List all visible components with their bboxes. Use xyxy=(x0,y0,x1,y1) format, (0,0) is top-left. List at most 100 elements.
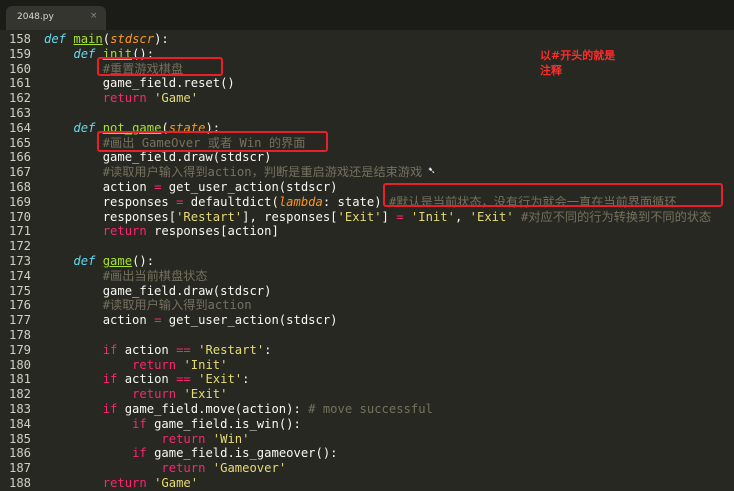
code-line[interactable]: 188 return 'Game' xyxy=(0,476,734,491)
line-number: 166 xyxy=(8,150,31,165)
code-text: #读取用户输入得到action，判断是重启游戏还是结束游戏 xyxy=(44,165,423,180)
line-number: 180 xyxy=(8,357,31,372)
line-number: 178 xyxy=(8,328,31,342)
code-text: return 'Gameover' xyxy=(44,461,286,476)
code-line[interactable]: 177 action = get_user_action(stdscr) xyxy=(0,313,734,328)
code-token: get_user_action(stdscr) xyxy=(161,180,338,194)
line-number: 183 xyxy=(8,402,31,416)
code-line[interactable]: 186 if game_field.is_gameover(): xyxy=(0,446,734,461)
code-token: ( xyxy=(102,32,111,46)
code-line[interactable]: 179 if action == 'Restart': xyxy=(0,343,734,358)
code-text: return 'Win' xyxy=(44,432,249,447)
code-line[interactable]: 162 return 'Game' xyxy=(0,91,734,106)
code-token: #画出当前棋盘状态 xyxy=(102,268,208,283)
line-number: 160 xyxy=(8,61,31,76)
code-line[interactable]: 163 xyxy=(0,106,734,121)
code-text: action = get_user_action(stdscr) xyxy=(44,313,338,328)
line-number: 177 xyxy=(8,313,31,328)
mouse-cursor-icon: ➷ xyxy=(428,164,435,177)
code-line[interactable]: 184 if game_field.is_win(): xyxy=(0,417,734,432)
line-number: 169 xyxy=(8,194,31,209)
close-icon[interactable]: × xyxy=(90,11,98,21)
code-line[interactable]: 166 game_field.draw(stdscr) xyxy=(0,150,734,165)
code-token: game_field.reset() xyxy=(44,76,235,91)
line-number: 185 xyxy=(8,431,31,446)
highlight-box-reset-comment xyxy=(97,57,223,76)
code-line[interactable]: 167 #读取用户输入得到action，判断是重启游戏还是结束游戏 xyxy=(0,165,734,180)
code-line[interactable]: 174 #画出当前棋盘状态 xyxy=(0,269,734,284)
highlight-box-gameover-comment xyxy=(97,131,328,152)
code-token: return xyxy=(102,224,155,239)
code-line[interactable]: 172 xyxy=(0,239,734,254)
code-text: if action == 'Restart': xyxy=(44,343,272,358)
code-text: responses['Restart'], responses['Exit'] … xyxy=(44,210,711,225)
code-token: action xyxy=(44,313,155,328)
code-line[interactable]: 176 #读取用户输入得到action xyxy=(0,298,734,313)
code-line[interactable]: 161 game_field.reset() xyxy=(0,76,734,91)
code-token: game_field.draw(stdscr) xyxy=(44,283,272,298)
line-number: 173 xyxy=(8,254,31,268)
line-number: 179 xyxy=(8,342,31,357)
code-token: return xyxy=(132,357,184,372)
line-number: 161 xyxy=(8,76,31,91)
code-line[interactable]: 180 return 'Init' xyxy=(0,358,734,373)
code-token: game_field.move(action): xyxy=(124,402,309,416)
code-line[interactable]: 187 return 'Gameover' xyxy=(0,461,734,476)
line-number: 188 xyxy=(8,476,31,490)
code-token: responses[ xyxy=(44,209,177,224)
code-text: return 'Init' xyxy=(44,358,227,373)
code-token: if xyxy=(132,416,155,431)
code-token: : xyxy=(242,372,250,387)
line-number: 167 xyxy=(8,165,31,180)
line-number: 170 xyxy=(8,209,31,224)
code-line[interactable]: 185 return 'Win' xyxy=(0,432,734,447)
code-token: return xyxy=(102,91,155,106)
code-text: if game_field.is_win(): xyxy=(44,417,301,432)
code-token: get_user_action(stdscr) xyxy=(161,313,338,328)
code-line[interactable]: 175 game_field.draw(stdscr) xyxy=(0,284,734,299)
code-token: = xyxy=(396,209,404,224)
code-editor[interactable]: 158 def main(stdscr): 159 def init(): 160 #… xyxy=(0,30,734,491)
code-line[interactable]: 158 def main(stdscr): xyxy=(0,32,734,47)
code-token: 'Game' xyxy=(154,476,199,490)
line-number: 159 xyxy=(8,46,31,61)
code-line[interactable]: 173 def game(): xyxy=(0,254,734,269)
tab-file[interactable]: 2048.py × xyxy=(6,6,106,30)
code-text: def main(stdscr): xyxy=(44,32,169,47)
code-line[interactable]: 170 responses['Restart'], responses['Exi… xyxy=(0,210,734,225)
code-token: responses[action] xyxy=(154,224,279,239)
code-token: 'Exit' xyxy=(183,387,228,402)
code-text: return 'Game' xyxy=(44,476,198,491)
code-text: #画出当前棋盘状态 xyxy=(44,269,208,284)
code-token: action xyxy=(124,372,177,387)
tab-title: 2048.py xyxy=(17,12,54,22)
code-text: if action == 'Exit': xyxy=(44,372,250,387)
line-number: 164 xyxy=(8,120,31,135)
code-line[interactable]: 182 return 'Exit' xyxy=(0,387,734,402)
code-text: #读取用户输入得到action xyxy=(44,298,252,313)
code-token: (): xyxy=(132,254,155,268)
line-number: 171 xyxy=(8,224,31,239)
line-number: 181 xyxy=(8,372,31,387)
code-line[interactable]: 183 if game_field.move(action): # move s… xyxy=(0,402,734,417)
tab-bar: 2048.py × xyxy=(0,0,734,30)
code-text: game_field.draw(stdscr) xyxy=(44,150,272,165)
code-line[interactable]: 178 xyxy=(0,328,734,343)
code-line[interactable]: 171 return responses[action] xyxy=(0,224,734,239)
code-line[interactable]: 181 if action == 'Exit': xyxy=(0,372,734,387)
line-number: 158 xyxy=(8,32,31,46)
line-number: 165 xyxy=(8,135,31,150)
